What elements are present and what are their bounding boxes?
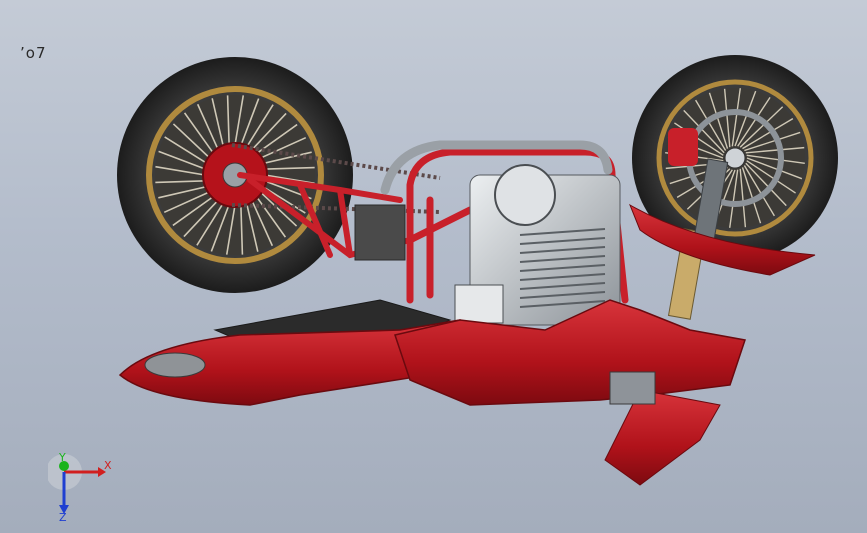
coordinate-triad[interactable]: X Y Z <box>48 452 118 522</box>
exhaust-tip <box>144 352 206 378</box>
motorcycle-3d-model[interactable] <box>0 0 867 533</box>
y-axis-label: Y <box>58 452 66 464</box>
oil-tank <box>454 284 504 324</box>
x-axis-label: X <box>104 459 112 472</box>
brake-caliper <box>668 128 698 166</box>
z-axis-label: Z <box>59 511 67 522</box>
3d-viewport[interactable]: ’o7 X Y Z <box>0 0 867 533</box>
engine[interactable] <box>354 164 621 326</box>
rear-wheel[interactable] <box>117 57 353 293</box>
air-filter <box>354 204 406 261</box>
headlight-bracket <box>609 371 656 405</box>
